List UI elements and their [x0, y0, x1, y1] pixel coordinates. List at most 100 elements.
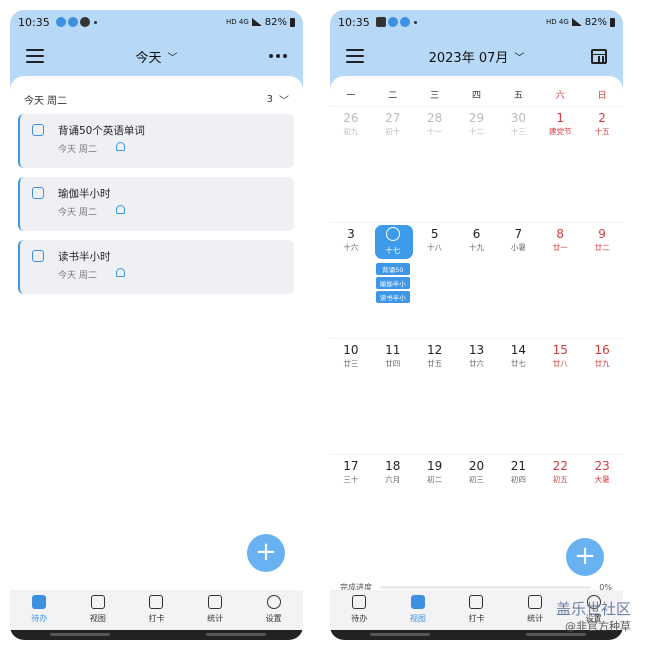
calendar-day[interactable]: 26 初九 — [330, 106, 372, 218]
day-number: 30 — [510, 111, 526, 125]
weekday-label: 六 — [555, 91, 565, 101]
chevron-down-icon: ﹀ — [514, 52, 525, 64]
calendar-day[interactable]: 12 廿五 — [413, 338, 456, 450]
task-card[interactable]: 读书半小时 今天 周二 — [18, 240, 294, 294]
more-options-icon[interactable] — [269, 54, 287, 58]
day-number: 21 — [510, 459, 526, 473]
day-number: 23 — [594, 459, 610, 473]
nav-item-checkin[interactable]: 打卡 — [447, 590, 506, 630]
lunar-label: 廿六 — [469, 359, 484, 368]
calendar-day[interactable]: 2 十五 — [581, 106, 623, 218]
menu-icon[interactable] — [346, 49, 364, 63]
calendar-day[interactable]: 1 建党节 — [539, 106, 582, 218]
lunar-label: 十八 — [427, 243, 443, 252]
today-icon — [385, 227, 400, 241]
add-task-button[interactable]: + — [566, 538, 604, 576]
section-header[interactable]: 今天 周二 3 ﹀ — [24, 92, 289, 107]
status-bar: 10:35 HD 4G 82% — [10, 10, 303, 34]
event-chip[interactable]: 瑜伽半小 — [375, 277, 410, 289]
nav-item-calendar[interactable]: 视图 — [69, 590, 128, 630]
day-number: 10 — [343, 343, 359, 357]
lunar-label: 廿三 — [343, 359, 359, 368]
nav-label: 打卡 — [468, 614, 485, 623]
day-number: 28 — [427, 111, 443, 125]
calendar-week-row: 3 十六 十七 背诵50 瑜伽半小 读书半小 5 十八 6 十九 7 小暑 8 廿一 9 廿二 — [330, 222, 623, 334]
nav-item-checkin[interactable]: 打卡 — [127, 590, 186, 630]
calendar-day[interactable]: 20 初三 — [455, 454, 498, 566]
weekday-label: 一 — [346, 91, 356, 101]
status-time: 10:35 — [18, 15, 50, 29]
calendar-day[interactable]: 5 十八 — [413, 222, 456, 334]
battery-icon — [610, 17, 615, 27]
view-selector[interactable]: 今天 ﹀ — [135, 47, 177, 66]
lunar-label: 廿一 — [552, 243, 568, 252]
task-checkbox[interactable] — [32, 250, 44, 262]
event-chip[interactable]: 读书半小 — [375, 291, 410, 303]
calendar-day[interactable]: 13 廿六 — [455, 338, 498, 450]
lunar-label: 廿四 — [385, 359, 401, 368]
nav-item-stats[interactable]: 统计 — [186, 590, 245, 630]
task-date: 今天 周二 — [58, 208, 97, 218]
calendar-day[interactable]: 28 十一 — [413, 106, 456, 218]
nav-item-todo[interactable]: 待办 — [330, 590, 389, 630]
calendar-day[interactable]: 10 廿三 — [330, 338, 372, 450]
calendar-day[interactable]: 9 廿二 — [581, 222, 623, 334]
event-chip[interactable]: 背诵50 — [375, 263, 410, 275]
lunar-label: 初五 — [552, 475, 568, 484]
calendar-panel: 一 二 三 四 五 六 日 26 初九 27 初十 28 十一 29 十二 30 十三 1 建党节 2 十五 3 十六 十七… — [330, 76, 623, 592]
calendar-icon — [90, 595, 105, 609]
lunar-label: 廿五 — [427, 359, 443, 368]
calendar-day[interactable]: 18 六月 — [371, 454, 414, 566]
bell-icon — [116, 205, 125, 214]
task-date: 今天 周二 — [58, 145, 97, 155]
menu-icon[interactable] — [26, 49, 44, 63]
nav-item-settings[interactable]: 设置 — [244, 590, 303, 630]
lunar-label: 大暑 — [594, 475, 610, 484]
notification-icon — [387, 17, 398, 27]
calendar-day[interactable]: 21 初四 — [497, 454, 540, 566]
calendar-day[interactable]: 11 廿四 — [371, 338, 414, 450]
calendar-screen: 10:35 HD 4G 82% 2023年 07月 ﹀ 一二三四五六日 26 初九… — [330, 10, 623, 640]
watermark-handle: @非官方种草 — [565, 620, 632, 633]
calendar-day[interactable]: 30 十三 — [497, 106, 540, 218]
watermark-title: 盖乐世社区 — [556, 600, 632, 618]
calendar-day-today[interactable]: 十七 背诵50 瑜伽半小 读书半小 — [371, 222, 414, 334]
calendar-day[interactable]: 3 十六 — [330, 222, 372, 334]
day-number: 26 — [343, 111, 359, 125]
todo-icon — [32, 595, 47, 609]
day-number: 11 — [385, 343, 401, 357]
weekday-label: 日 — [597, 91, 607, 101]
lunar-label: 十一 — [427, 127, 443, 136]
month-selector[interactable]: 2023年 07月 ﹀ — [429, 47, 525, 66]
day-number: 12 — [427, 343, 443, 357]
day-number: 5 — [430, 227, 439, 241]
task-checkbox[interactable] — [32, 187, 44, 199]
task-checkbox[interactable] — [32, 124, 44, 136]
day-number: 3 — [347, 227, 355, 241]
calendar-day[interactable]: 17 三十 — [330, 454, 372, 566]
calendar-day[interactable]: 14 廿七 — [497, 338, 540, 450]
day-number: 19 — [427, 459, 443, 473]
lunar-label: 六月 — [385, 475, 401, 484]
calendar-grid-icon[interactable] — [591, 48, 607, 64]
day-number: 2 — [598, 111, 606, 125]
status-time: 10:35 — [338, 15, 370, 29]
lunar-label: 初四 — [510, 475, 526, 484]
calendar-day[interactable]: 8 廿一 — [539, 222, 582, 334]
calendar-day[interactable]: 27 初十 — [371, 106, 414, 218]
calendar-day[interactable]: 6 十九 — [455, 222, 498, 334]
task-card[interactable]: 瑜伽半小时 今天 周二 — [18, 177, 294, 231]
lunar-label: 十五 — [594, 127, 610, 136]
message-icon — [79, 17, 90, 27]
calendar-day[interactable]: 7 小暑 — [497, 222, 540, 334]
calendar-day[interactable]: 19 初二 — [413, 454, 456, 566]
calendar-day[interactable]: 29 十二 — [455, 106, 498, 218]
nav-item-calendar[interactable]: 视图 — [389, 590, 448, 630]
add-task-button[interactable]: + — [247, 534, 285, 572]
lunar-label: 廿二 — [594, 243, 610, 252]
calendar-day[interactable]: 16 廿九 — [581, 338, 623, 450]
more-notifications-icon — [93, 20, 97, 24]
nav-item-todo[interactable]: 待办 — [10, 590, 69, 630]
task-card[interactable]: 背诵50个英语单词 今天 周二 — [18, 114, 294, 168]
calendar-day[interactable]: 15 廿八 — [539, 338, 582, 450]
